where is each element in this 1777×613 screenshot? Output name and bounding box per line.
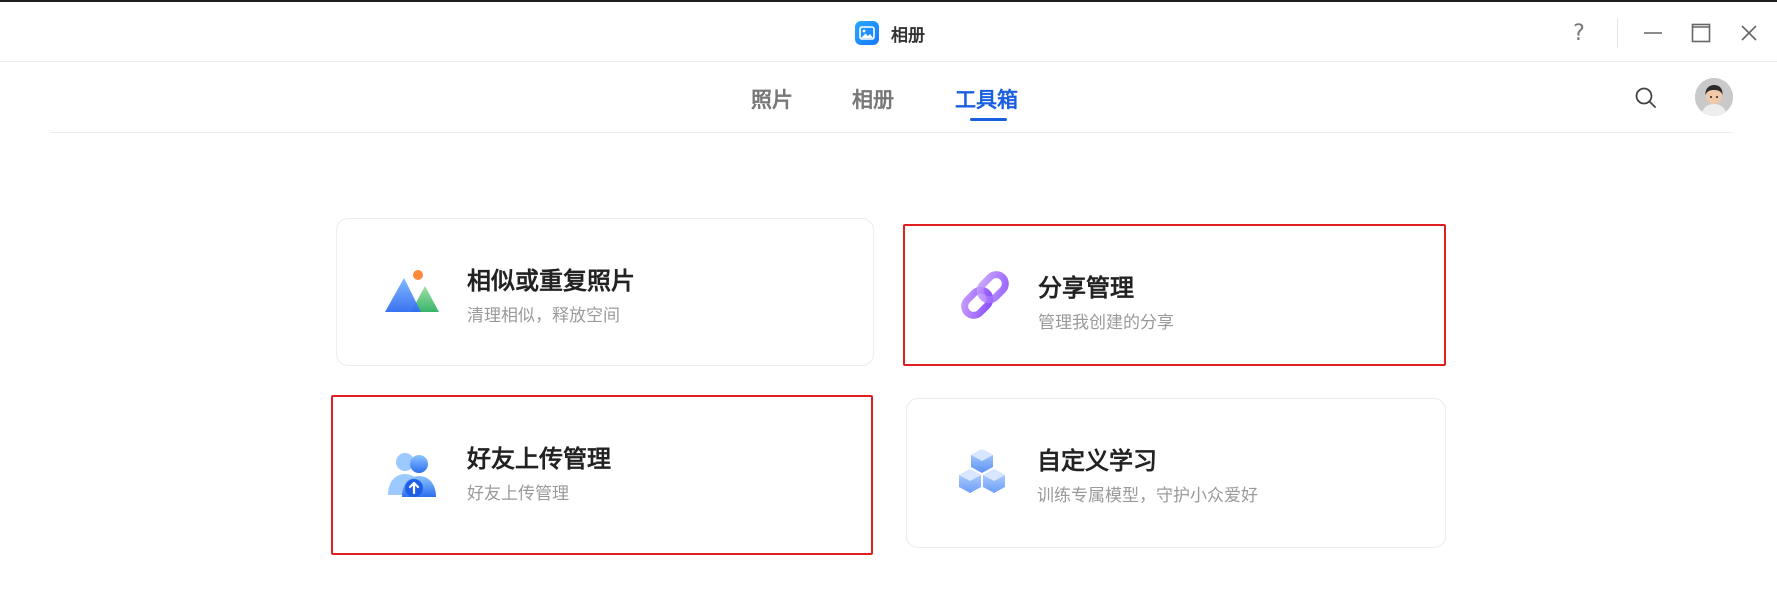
tab-toolbox[interactable]: 工具箱 (955, 84, 1018, 114)
card-subtitle: 管理我创建的分享 (1038, 313, 1174, 333)
card-subtitle: 训练专属模型，守护小众爱好 (1037, 486, 1258, 506)
close-icon (1741, 25, 1757, 41)
tool-card-friend-uploads[interactable]: 好友上传管理 好友上传管理 (331, 395, 873, 555)
maximize-button[interactable] (1684, 16, 1718, 50)
help-button[interactable]: ? (1562, 16, 1596, 50)
card-subtitle: 好友上传管理 (467, 484, 569, 504)
title-bar: 相册 ? (0, 2, 1777, 62)
link-icon (956, 267, 1014, 323)
search-icon (1635, 87, 1656, 108)
photo-app-icon (855, 21, 879, 45)
card-title: 分享管理 (1038, 274, 1134, 302)
window-controls-divider (1617, 18, 1618, 48)
active-tab-indicator (970, 118, 1007, 121)
minimize-button[interactable] (1636, 16, 1670, 50)
tool-card-custom-learning[interactable]: 自定义学习 训练专属模型，守护小众爱好 (906, 398, 1446, 548)
search-button[interactable] (1630, 82, 1662, 114)
nav-divider (50, 132, 1733, 133)
card-title: 自定义学习 (1037, 447, 1157, 475)
tab-photos[interactable]: 照片 (751, 84, 793, 114)
tab-albums[interactable]: 相册 (852, 84, 894, 114)
app-name: 相册 (891, 25, 925, 46)
friends-upload-icon (384, 447, 442, 503)
main-tabs: 照片 相册 工具箱 (0, 80, 1777, 130)
card-title: 相似或重复照片 (467, 267, 635, 295)
card-subtitle: 清理相似，释放空间 (467, 306, 620, 326)
maximize-icon (1691, 23, 1711, 43)
app-title: 相册 (855, 20, 925, 46)
minimize-icon (1644, 32, 1662, 34)
tool-card-share-management[interactable]: 分享管理 管理我创建的分享 (903, 224, 1446, 366)
tool-card-similar-photos[interactable]: 相似或重复照片 清理相似，释放空间 (336, 218, 874, 366)
card-title: 好友上传管理 (467, 445, 611, 473)
cubes-icon (953, 445, 1011, 501)
user-avatar[interactable] (1695, 78, 1733, 116)
mountain-photo-icon (383, 264, 441, 320)
close-button[interactable] (1732, 16, 1766, 50)
